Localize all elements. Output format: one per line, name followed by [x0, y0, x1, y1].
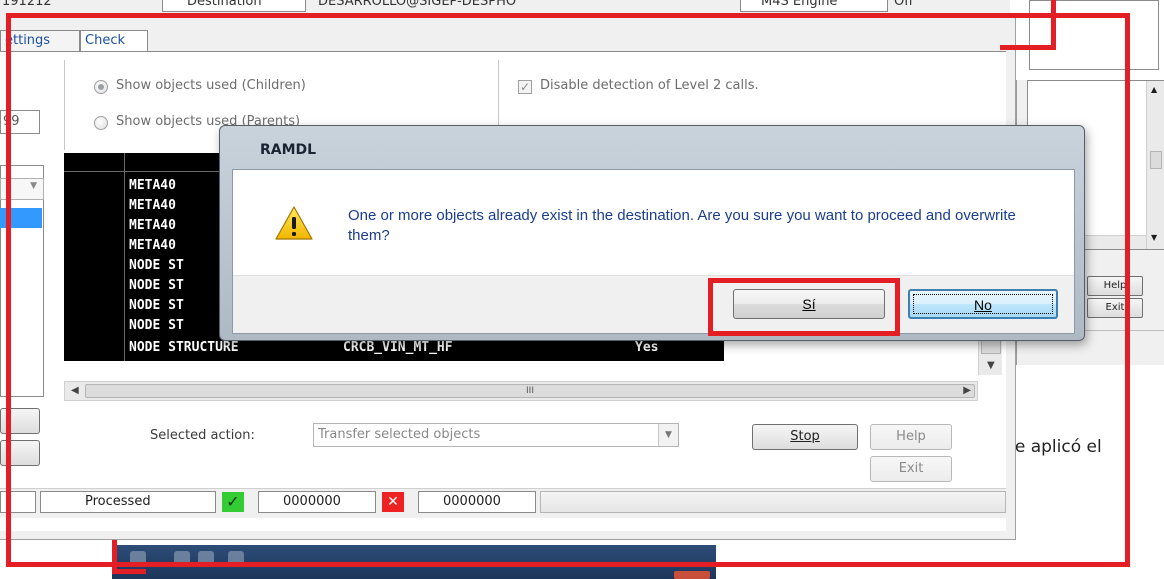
annotation-box-window [6, 13, 1130, 567]
annotation-box-yes [708, 278, 900, 336]
destination-label: Destination [187, 0, 262, 9]
taskbar-button[interactable] [674, 571, 710, 579]
background-list-scrollbar[interactable]: ▲ ▼ [1146, 81, 1164, 249]
destination-value: DESARROLLO@SIGEP-DESPHO [318, 0, 517, 9]
top-info-strip: 191212 Destination DESARROLLO@SIGEP-DESP… [0, 0, 1010, 14]
annotation-box-corner [112, 540, 146, 574]
destination-label-box: Destination [162, 0, 306, 12]
scroll-down-icon[interactable]: ▼ [1151, 233, 1157, 242]
scroll-up-icon[interactable]: ▲ [1151, 85, 1157, 94]
engine-label: M4S Engine [761, 0, 838, 9]
engine-label-box: M4S Engine [740, 0, 888, 12]
engine-value: Off [894, 0, 914, 9]
top-field-1: 191212 [2, 0, 52, 9]
scroll-thumb[interactable] [1150, 151, 1162, 169]
annotation-box-corner [1000, 0, 1056, 50]
